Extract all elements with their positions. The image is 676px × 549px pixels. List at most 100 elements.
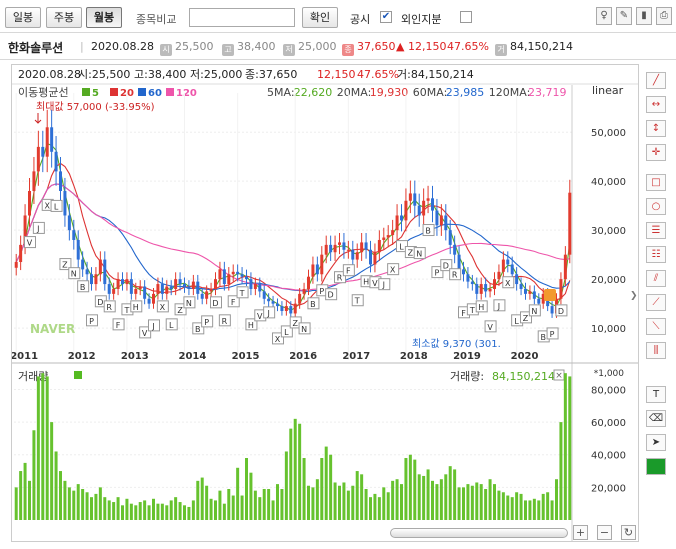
zoom-in-icon[interactable]: +: [573, 525, 588, 540]
event-marker-label: B: [540, 333, 546, 342]
candle-body: [129, 279, 133, 294]
volume-bar: [524, 500, 527, 520]
candle-body: [134, 288, 138, 294]
event-marker: H: [130, 300, 143, 313]
candle-body: [497, 271, 501, 280]
tab-monthly[interactable]: 월봉: [86, 7, 122, 28]
volume-bar: [559, 422, 563, 520]
event-marker-label: P: [319, 287, 324, 296]
disclosure-checkbox[interactable]: ✔: [380, 11, 392, 23]
collapse-toggle-icon[interactable]: ❯: [630, 288, 638, 304]
lines-icon[interactable]: ⫼: [646, 342, 666, 359]
event-marker-label: V: [372, 279, 378, 288]
fibonacci-icon[interactable]: ☰: [646, 222, 666, 239]
volume-bar: [107, 500, 111, 520]
edit-icon[interactable]: ✎: [616, 7, 632, 25]
color-picker-icon[interactable]: ■: [646, 458, 666, 475]
candle: [568, 179, 572, 264]
horizontal-line-icon[interactable]: ↔: [646, 96, 666, 113]
foreign-ownership-checkbox[interactable]: [460, 11, 472, 23]
candle: [479, 277, 483, 300]
volume-bar: [501, 492, 505, 520]
layout-icon[interactable]: ▮: [636, 7, 652, 25]
pointer-icon[interactable]: ➤: [646, 434, 666, 451]
high-value: 38,400: [237, 40, 276, 53]
volume-bar: [346, 490, 350, 520]
event-marker: X: [502, 276, 515, 289]
zoom-out-icon[interactable]: −: [597, 525, 612, 540]
candle-body: [267, 298, 271, 302]
vertical-line-icon[interactable]: ↕: [646, 120, 666, 137]
tab-daily[interactable]: 일봉: [5, 7, 41, 28]
line-tool-icon[interactable]: ╱: [646, 72, 666, 89]
crosshair-icon[interactable]: ✛: [646, 144, 666, 161]
candle-body: [236, 271, 240, 275]
ma-value-0: 22,620: [294, 86, 333, 99]
candle-body: [470, 281, 474, 285]
candle-body: [103, 259, 107, 285]
candle-body: [453, 244, 457, 255]
candle: [404, 188, 408, 232]
candle: [329, 235, 333, 261]
compare-input[interactable]: [189, 8, 295, 27]
time-scrollbar[interactable]: [390, 528, 568, 538]
event-marker: X: [387, 263, 400, 276]
candle-body: [183, 284, 186, 287]
volume-tick-label: 40,000: [591, 451, 626, 462]
candle-body: [515, 274, 519, 285]
high-icon: 고: [222, 44, 234, 56]
volume-bars: [14, 373, 572, 520]
stock-chart[interactable]: 2020.08.28시:25,500 고:38,400 저:25,000 종:37,6…: [12, 65, 638, 541]
eraser-icon[interactable]: ⌫: [646, 410, 666, 427]
event-marker-label: B: [310, 300, 316, 309]
volume-bar: [178, 502, 182, 520]
candle-body: [32, 171, 36, 191]
event-marker: B: [77, 280, 90, 293]
candle-body: [14, 262, 18, 268]
event-marker-label: Z: [523, 314, 529, 323]
event-marker: N: [528, 304, 541, 317]
event-marker-label: P: [435, 269, 440, 278]
current-event-badge: [544, 288, 556, 301]
event-marker-label: J: [151, 322, 154, 331]
volume-bar: [550, 500, 554, 520]
candle-body: [435, 210, 439, 226]
rectangle-icon[interactable]: □: [646, 174, 666, 191]
candle-body: [147, 298, 151, 304]
candle-body: [373, 252, 377, 265]
print-icon[interactable]: ⎙: [656, 7, 672, 25]
x-tick-label: 2012: [68, 351, 96, 362]
confirm-button[interactable]: 확인: [302, 7, 338, 28]
event-marker-label: L: [399, 243, 404, 252]
parallel-lines-icon[interactable]: ⫽: [646, 270, 666, 287]
tab-weekly[interactable]: 주봉: [46, 7, 82, 28]
fan-icon[interactable]: ⟋: [646, 294, 666, 311]
candle-body: [293, 303, 297, 314]
candle: [293, 298, 297, 318]
event-marker: D: [555, 304, 568, 317]
event-marker-label: F: [461, 309, 466, 318]
candle-body: [493, 279, 496, 289]
candle-body: [116, 279, 120, 289]
scale-label: linear: [592, 84, 624, 97]
volume-bar: [568, 376, 572, 520]
candle-body: [112, 288, 116, 294]
volume-bar: [373, 493, 377, 520]
settings-icon[interactable]: ♀: [596, 7, 612, 25]
refresh-icon[interactable]: ↻: [621, 525, 636, 540]
event-marker-label: R: [222, 317, 228, 326]
volume-bar: [342, 482, 346, 520]
grid-icon[interactable]: ☷: [646, 246, 666, 263]
candle: [276, 298, 279, 312]
chart-panel[interactable]: 2020.08.28 시:25,500 고:38,400 저:25,000 종:37,6…: [11, 64, 639, 542]
candle: [373, 243, 377, 273]
volume-bar: [214, 500, 217, 520]
text-icon[interactable]: T: [646, 386, 666, 403]
circle-icon[interactable]: ○: [646, 198, 666, 215]
event-marker: R: [449, 268, 462, 281]
volume-bar: [493, 484, 496, 520]
event-marker-label: L: [54, 202, 59, 211]
channel-icon[interactable]: ⟍: [646, 318, 666, 335]
candle-body: [382, 237, 386, 240]
info-close: 종 37,650: [342, 40, 396, 56]
